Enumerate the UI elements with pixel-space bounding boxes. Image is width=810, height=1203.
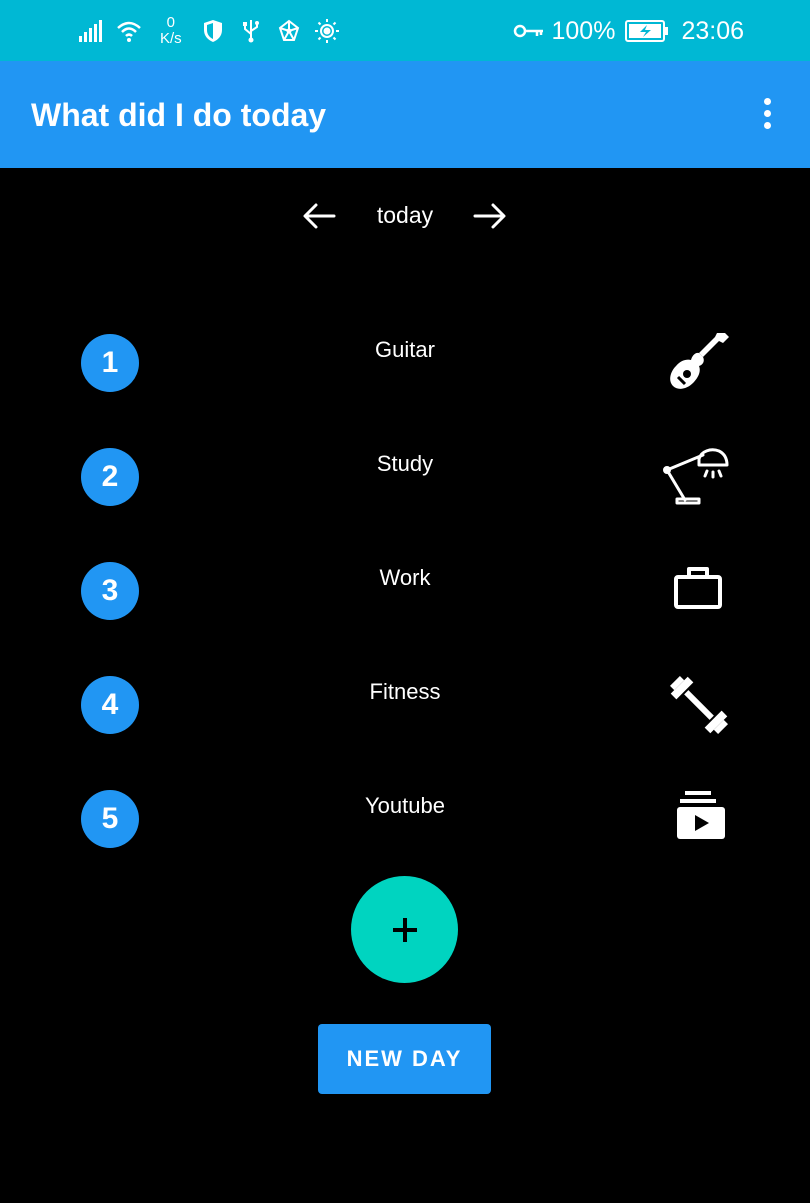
add-activity-button[interactable]: [351, 876, 458, 983]
number-badge: 5: [81, 790, 139, 848]
net-speed-unit: K/s: [160, 30, 182, 47]
status-icons-right: 100% 23:06: [513, 14, 744, 48]
overflow-dot: [763, 109, 771, 117]
activity-label: Work: [379, 565, 431, 590]
battery-percent: 100%: [551, 16, 616, 45]
new-day-button[interactable]: NEW DAY: [318, 1024, 491, 1094]
number-badge: 3: [81, 562, 139, 620]
date-label: today: [376, 202, 434, 228]
overflow-menu-button[interactable]: [750, 93, 784, 133]
activity-label: Youtube: [365, 793, 445, 818]
status-icons-left: 0 K/s: [78, 12, 340, 50]
overflow-dot: [763, 121, 771, 129]
app-bar: What did I do today: [0, 61, 810, 168]
activity-row-work[interactable]: 3 Work: [0, 559, 810, 623]
video-library-icon: [677, 791, 725, 839]
activity-label: Guitar: [375, 337, 435, 362]
guitar-icon: [670, 333, 729, 389]
arrow-right-icon[interactable]: [472, 198, 508, 234]
activity-label: Study: [376, 451, 434, 476]
plus-icon: [392, 917, 417, 942]
usb-icon: [242, 20, 259, 43]
net-speed-value: 0: [166, 14, 176, 31]
clock: 23:06: [681, 16, 744, 45]
number-badge: 1: [81, 334, 139, 392]
number-badge: 4: [81, 676, 139, 734]
signal-icon: [79, 20, 102, 42]
status-bar: 0 K/s 100% 23:06: [0, 0, 810, 61]
dumbbell-icon: [670, 676, 728, 734]
activity-row-study[interactable]: 2 Study: [0, 445, 810, 509]
activity-row-fitness[interactable]: 4 Fitness: [0, 673, 810, 737]
net-speed: 0 K/s: [160, 15, 182, 47]
briefcase-icon: [674, 567, 722, 609]
brightness-icon: [314, 19, 339, 43]
overflow-dot: [763, 97, 771, 105]
wifi-icon: [117, 21, 141, 42]
activity-row-youtube[interactable]: 5 Youtube: [0, 787, 810, 851]
activity-label: Fitness: [369, 679, 441, 704]
battery-icon: [625, 20, 669, 42]
activity-row-guitar[interactable]: 1 Guitar: [0, 331, 810, 395]
number-badge: 2: [81, 448, 139, 506]
share-icon: [278, 19, 299, 41]
date-navigation: today: [0, 194, 810, 238]
shield-icon: [203, 20, 222, 42]
desk-lamp-icon: [663, 448, 729, 505]
app-title: What did I do today: [31, 97, 327, 133]
key-icon: [514, 24, 544, 38]
arrow-left-icon[interactable]: [301, 198, 337, 234]
